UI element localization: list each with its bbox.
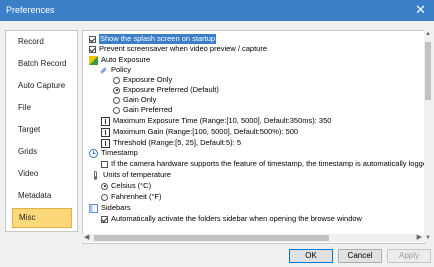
- timestamp-checkbox[interactable]: [101, 160, 108, 168]
- horizontal-scroll-thumb[interactable]: [94, 235, 329, 241]
- title-bar: Preferences ✕: [0, 0, 434, 21]
- scroll-left-icon[interactable]: ◀: [84, 233, 89, 241]
- timestamp-header: Timestamp: [89, 148, 138, 158]
- sidebars-label: Sidebars: [101, 203, 131, 212]
- prevent-screensaver-checkbox[interactable]: [89, 45, 96, 53]
- thermometer-icon: [91, 170, 100, 180]
- prevent-screensaver-label: Prevent screensaver when video preview /…: [99, 44, 268, 53]
- gain-preferred-radio[interactable]: [113, 106, 120, 114]
- auto-exposure-header: Auto Exposure: [89, 55, 150, 65]
- gain-only-label: Gain Only: [123, 95, 157, 104]
- sidebar-item-target[interactable]: Target: [6, 120, 77, 140]
- units-temperature-header: Units of temperature: [91, 170, 171, 180]
- folders-sidebar-label: Automatically activate the folders sideb…: [111, 214, 362, 223]
- show-splash-label: Show the splash screen on startup: [99, 34, 217, 44]
- vertical-scrollbar[interactable]: ▲ ▼: [424, 30, 432, 242]
- max-exposure-row[interactable]: Maximum Exposure Time (Range:[10, 5000],…: [101, 116, 331, 126]
- field-icon: [101, 138, 110, 148]
- exposure-preferred-radio[interactable]: [113, 86, 120, 94]
- sidebar-item-auto-capture[interactable]: Auto Capture: [6, 76, 77, 96]
- policy-icon: [99, 66, 108, 75]
- sidebar-item-record[interactable]: Record: [6, 32, 77, 52]
- threshold-row[interactable]: Threshold (Range:[5, 25], Default:5): 5: [101, 138, 241, 148]
- max-gain-label: Maximum Gain (Range:[100, 5000], Default…: [113, 127, 299, 136]
- scroll-down-icon[interactable]: ▼: [425, 235, 431, 241]
- folders-sidebar-checkbox[interactable]: [101, 215, 108, 223]
- show-splash-option[interactable]: Show the splash screen on startup: [89, 34, 217, 44]
- cancel-button[interactable]: Cancel: [338, 249, 382, 263]
- celsius-radio[interactable]: [101, 182, 108, 190]
- sidebars-header: Sidebars: [89, 203, 131, 213]
- fahrenheit-radio[interactable]: [101, 193, 108, 201]
- gain-only-option[interactable]: Gain Only: [113, 95, 156, 105]
- sidebar-item-file[interactable]: File: [6, 98, 77, 118]
- horizontal-scrollbar[interactable]: ◀ ▶: [82, 234, 424, 242]
- policy-label: Policy: [111, 65, 132, 74]
- fahrenheit-label: Fahrenheit (°F): [111, 192, 162, 201]
- policy-header: Policy: [99, 65, 131, 75]
- threshold-label: Threshold (Range:[5, 25], Default:5): 5: [113, 138, 241, 147]
- ok-button[interactable]: OK: [289, 249, 333, 263]
- prevent-screensaver-option[interactable]: Prevent screensaver when video preview /…: [89, 44, 267, 54]
- celsius-label: Celsius (°C): [111, 181, 152, 190]
- show-splash-checkbox[interactable]: [89, 35, 96, 43]
- timestamp-label: Timestamp: [101, 148, 138, 157]
- exposure-only-option[interactable]: Exposure Only: [113, 75, 172, 85]
- window-title: Preferences: [6, 5, 55, 15]
- scroll-up-icon[interactable]: ▲: [425, 31, 431, 37]
- auto-exposure-icon: [89, 55, 98, 65]
- gain-only-radio[interactable]: [113, 96, 120, 104]
- scroll-right-icon[interactable]: ▶: [417, 233, 422, 241]
- category-sidebar: Record Batch Record Auto Capture File Ta…: [5, 30, 78, 232]
- auto-exposure-label: Auto Exposure: [101, 55, 151, 64]
- sidebar-item-grids[interactable]: Grids: [6, 142, 77, 162]
- settings-panel: Show the splash screen on startup Preven…: [82, 30, 426, 244]
- sidebar-item-video[interactable]: Video: [6, 164, 77, 184]
- timestamp-option[interactable]: If the camera hardware supports the feat…: [101, 159, 426, 169]
- apply-button[interactable]: Apply: [387, 249, 431, 263]
- field-icon: [101, 127, 110, 137]
- folders-sidebar-option[interactable]: Automatically activate the folders sideb…: [101, 214, 362, 224]
- exposure-only-radio[interactable]: [113, 76, 120, 84]
- close-icon[interactable]: ✕: [415, 2, 426, 18]
- field-icon: [101, 116, 110, 126]
- exposure-preferred-option[interactable]: Exposure Preferred (Default): [113, 85, 219, 95]
- max-exposure-label: Maximum Exposure Time (Range:[10, 5000],…: [113, 116, 332, 125]
- celsius-option[interactable]: Celsius (°C): [101, 181, 151, 191]
- vertical-scroll-thumb[interactable]: [425, 42, 431, 100]
- sidebar-layout-icon: [89, 203, 98, 213]
- exposure-only-label: Exposure Only: [123, 75, 173, 84]
- sidebar-item-batch-record[interactable]: Batch Record: [6, 54, 77, 74]
- gain-preferred-label: Gain Preferred: [123, 105, 173, 114]
- clock-icon: [89, 148, 98, 158]
- sidebar-item-metadata[interactable]: Metadata: [6, 186, 77, 206]
- exposure-preferred-label: Exposure Preferred (Default): [123, 85, 219, 94]
- fahrenheit-option[interactable]: Fahrenheit (°F): [101, 192, 162, 202]
- gain-preferred-option[interactable]: Gain Preferred: [113, 105, 172, 115]
- timestamp-option-label: If the camera hardware supports the feat…: [111, 159, 426, 168]
- sidebar-item-misc[interactable]: Misc: [12, 208, 72, 228]
- max-gain-row[interactable]: Maximum Gain (Range:[100, 5000], Default…: [101, 127, 298, 137]
- units-temperature-label: Units of temperature: [103, 170, 171, 179]
